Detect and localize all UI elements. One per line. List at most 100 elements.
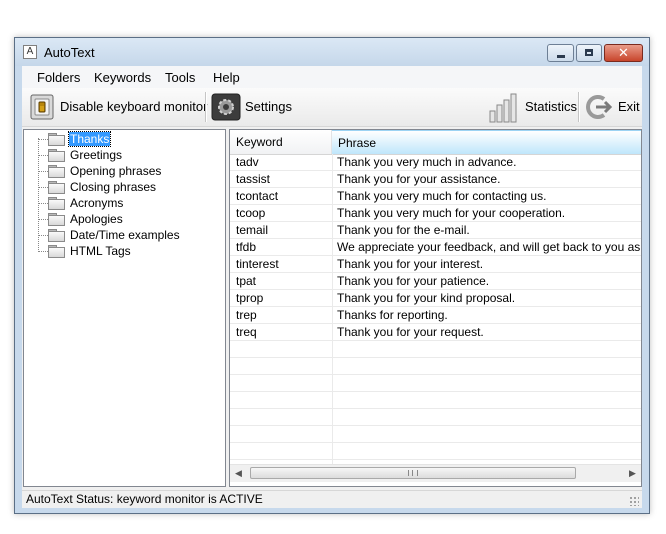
close-icon: ✕ <box>618 45 629 60</box>
maximize-button[interactable] <box>576 44 602 62</box>
grip-icon <box>408 470 418 476</box>
keyword-cell: tpat <box>236 274 257 288</box>
keyword-cell: tfdb <box>236 240 257 254</box>
keyword-cell: tadv <box>236 155 259 169</box>
minimize-button[interactable] <box>547 44 574 62</box>
tree-connector <box>38 171 48 172</box>
folder-icon <box>48 245 65 258</box>
table-row[interactable]: tassist Thank you for your assistance. <box>230 171 641 188</box>
keyword-list[interactable]: Keyword Phrase tadv Thank you very much i… <box>229 129 642 487</box>
toolbar: Disable keyboard monitor Settings Statis… <box>22 88 642 127</box>
disable-keyboard-monitor-button[interactable]: Disable keyboard monitor <box>24 88 207 126</box>
empty-row <box>230 443 641 460</box>
table-row[interactable]: tcontact Thank you very much for contacti… <box>230 188 641 205</box>
column-header-phrase[interactable]: Phrase <box>332 130 641 154</box>
close-button[interactable]: ✕ <box>604 44 643 62</box>
folder-tree[interactable]: Thanks Greetings Opening phrases Closing… <box>23 129 226 487</box>
menu-help[interactable]: Help <box>213 70 240 85</box>
phrase-cell: Thanks for reporting. <box>337 308 448 322</box>
empty-row <box>230 426 641 443</box>
phrase-cell: Thank you for your kind proposal. <box>337 291 516 305</box>
tree-item-thanks[interactable]: Thanks <box>24 131 224 147</box>
phrase-cell: We appreciate your feedback, and will ge… <box>337 240 641 254</box>
menu-tools[interactable]: Tools <box>165 70 195 85</box>
keyword-cell: tassist <box>236 172 271 186</box>
exit-label: Exit <box>618 99 640 114</box>
app-icon: A <box>23 45 37 59</box>
tree-item-apologies[interactable]: Apologies <box>24 211 224 227</box>
tree-connector <box>38 219 48 220</box>
tree-item-date-time-examples[interactable]: Date/Time examples <box>24 227 224 243</box>
settings-button[interactable]: Settings <box>209 88 292 126</box>
phrase-cell: Thank you for your patience. <box>337 274 490 288</box>
table-row[interactable]: tinterest Thank you for your interest. <box>230 256 641 273</box>
table-row[interactable]: trep Thanks for reporting. <box>230 307 641 324</box>
toolbar-separator <box>205 92 207 122</box>
list-rows: tadv Thank you very much in advance. tass… <box>230 154 641 464</box>
keyword-cell: trep <box>236 308 257 322</box>
tree-item-label: Date/Time examples <box>70 228 180 242</box>
empty-row <box>230 409 641 426</box>
tree-item-greetings[interactable]: Greetings <box>24 147 224 163</box>
table-row[interactable]: tprop Thank you for your kind proposal. <box>230 290 641 307</box>
tree-connector <box>38 203 48 204</box>
tree-item-closing-phrases[interactable]: Closing phrases <box>24 179 224 195</box>
empty-row <box>230 375 641 392</box>
horizontal-scrollbar[interactable]: ◀ ▶ <box>230 464 641 482</box>
folder-icon <box>48 213 65 226</box>
table-row[interactable]: tcoop Thank you very much for your cooper… <box>230 205 641 222</box>
empty-row <box>230 358 641 375</box>
table-row[interactable]: tfdb We appreciate your feedback, and wil… <box>230 239 641 256</box>
empty-row <box>230 392 641 409</box>
resize-grip-icon[interactable] <box>629 496 639 506</box>
scroll-right-arrow-icon[interactable]: ▶ <box>624 465 641 482</box>
tree-item-html-tags[interactable]: HTML Tags <box>24 243 224 259</box>
keyword-cell: tprop <box>236 291 264 305</box>
tree-connector <box>38 235 48 236</box>
tree-item-label: HTML Tags <box>70 244 131 258</box>
keyword-cell: treq <box>236 325 257 339</box>
tree-item-acronyms[interactable]: Acronyms <box>24 195 224 211</box>
tree-item-opening-phrases[interactable]: Opening phrases <box>24 163 224 179</box>
statistics-button[interactable]: Statistics <box>486 88 577 126</box>
table-row[interactable]: tadv Thank you very much in advance. <box>230 154 641 171</box>
title-bar[interactable]: A AutoText ✕ <box>15 38 649 66</box>
folder-icon <box>48 149 65 162</box>
menu-folders[interactable]: Folders <box>37 70 80 85</box>
table-row[interactable]: treq Thank you for your request. <box>230 324 641 341</box>
settings-gear-icon <box>211 93 241 121</box>
settings-label: Settings <box>245 99 292 114</box>
phrase-cell: Thank you very much for contacting us. <box>337 189 547 203</box>
phrase-cell: Thank you for your interest. <box>337 257 484 271</box>
toolbar-separator <box>578 92 580 122</box>
menu-keywords[interactable]: Keywords <box>94 70 151 85</box>
scrollbar-thumb[interactable] <box>250 467 576 479</box>
exit-icon <box>586 95 613 119</box>
tree-connector <box>38 187 48 188</box>
disable-keyboard-monitor-label: Disable keyboard monitor <box>60 99 208 114</box>
tree-connector <box>38 155 48 156</box>
client-area: Folders Keywords Tools Help Disable keyb… <box>22 66 642 508</box>
phrase-cell: Thank you for your assistance. <box>337 172 501 186</box>
column-header-keyword[interactable]: Keyword <box>230 130 332 154</box>
keyword-cell: tinterest <box>236 257 279 271</box>
tree-item-label: Closing phrases <box>70 180 157 194</box>
scroll-left-arrow-icon[interactable]: ◀ <box>230 465 247 482</box>
keyboard-monitor-icon <box>30 94 54 120</box>
tree-item-label: Apologies <box>70 212 123 226</box>
tree-item-label: Thanks <box>67 131 112 147</box>
table-row[interactable]: tpat Thank you for your patience. <box>230 273 641 290</box>
phrase-cell: Thank you for the e-mail. <box>337 223 470 237</box>
status-bar: AutoText Status: keyword monitor is ACTI… <box>22 490 642 508</box>
exit-button[interactable]: Exit <box>582 88 640 126</box>
tree-connector <box>38 251 48 252</box>
table-row[interactable]: temail Thank you for the e-mail. <box>230 222 641 239</box>
folder-icon <box>48 181 65 194</box>
tree-item-label: Opening phrases <box>70 164 162 178</box>
tree-item-label: Greetings <box>70 148 123 162</box>
menu-bar: Folders Keywords Tools Help <box>22 66 642 88</box>
status-text: AutoText Status: keyword monitor is ACTI… <box>26 492 263 506</box>
keyword-cell: tcoop <box>236 206 266 220</box>
keyword-cell: temail <box>236 223 269 237</box>
tree-connector <box>38 139 48 140</box>
